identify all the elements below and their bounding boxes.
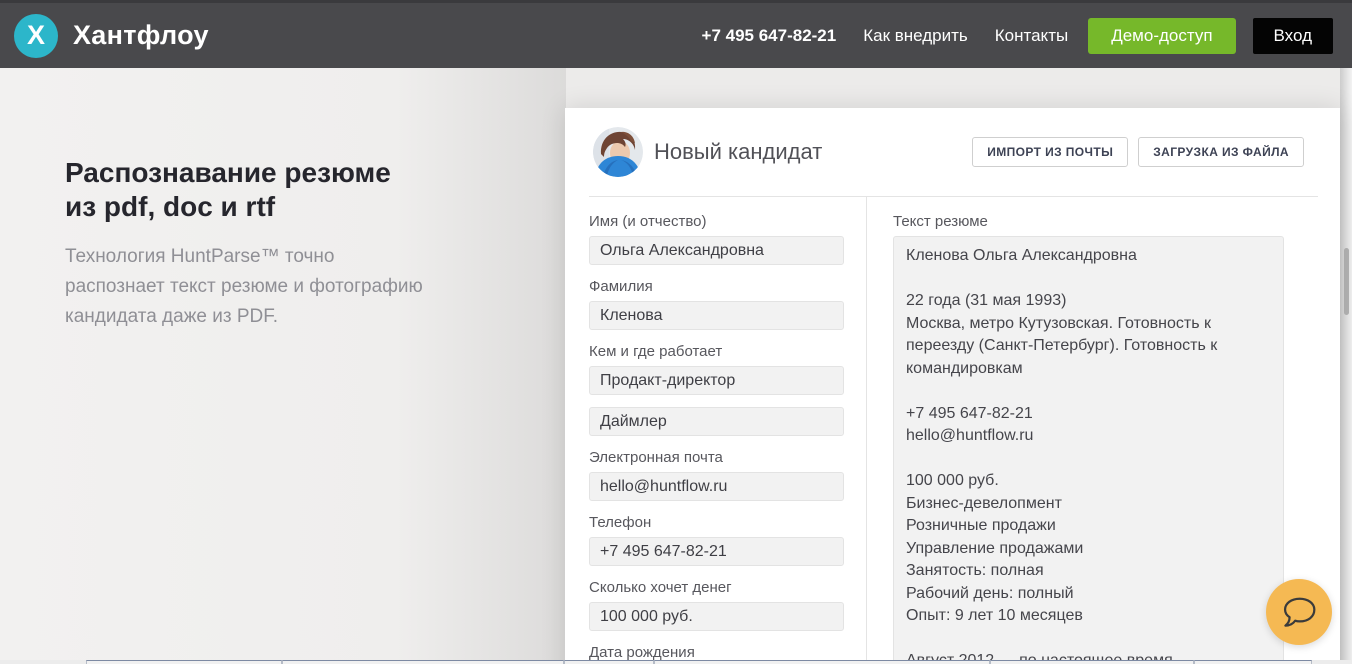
demo-access-button[interactable]: Демо-доступ	[1088, 17, 1236, 54]
field-label-position: Кем и где работает	[589, 343, 723, 360]
page-background-right	[1340, 68, 1352, 664]
new-candidate-card: Новый кандидат ИМПОРТ ИЗ ПОЧТЫ ЗАГРУЗКА …	[565, 108, 1340, 664]
hero-title-line2: из pdf, doc и rtf	[65, 191, 276, 222]
candidate-avatar[interactable]	[593, 127, 643, 177]
hero-description-line2: распознает текст резюме и фотографию	[65, 276, 423, 297]
hero-section: Распознавание резюме из pdf, doc и rtf Т…	[65, 156, 495, 332]
hero-title-line1: Распознавание резюме	[65, 157, 391, 188]
window-top-edge	[0, 0, 1352, 3]
field-label-phone: Телефон	[589, 514, 652, 531]
field-label-last-name: Фамилия	[589, 278, 653, 295]
nav-link-how-to-implement[interactable]: Как внедрить	[863, 26, 968, 46]
candidate-form-column: Имя (и отчество) Фамилия Кем и где работ…	[589, 197, 867, 664]
hero-title: Распознавание резюме из pdf, doc и rtf	[65, 156, 495, 224]
resume-column: Текст резюме Кленова Ольга Александровна…	[867, 197, 1318, 664]
login-button[interactable]: Вход	[1252, 17, 1333, 54]
card-header: Новый кандидат ИМПОРТ ИЗ ПОЧТЫ ЗАГРУЗКА …	[565, 108, 1340, 196]
card-body: Имя (и отчество) Фамилия Кем и где работ…	[589, 196, 1318, 664]
field-label-birthdate: Дата рождения	[589, 644, 695, 661]
company-input[interactable]	[589, 407, 844, 436]
hero-description-line1: Технология HuntParse™ точно	[65, 246, 335, 267]
hero-description: Технология HuntParse™ точно распознает т…	[65, 242, 495, 332]
hero-description-line3: кандидата даже из PDF.	[65, 306, 279, 327]
field-label-email: Электронная почта	[589, 449, 723, 466]
chat-widget-button[interactable]	[1266, 579, 1332, 645]
first-name-input[interactable]	[589, 236, 844, 265]
navbar-phone: +7 495 647-82-21	[701, 25, 837, 45]
field-label-salary: Сколько хочет денег	[589, 579, 732, 596]
scrollbar-thumb[interactable]	[1344, 248, 1349, 315]
salary-input[interactable]	[589, 602, 844, 631]
page: X Хантфлоу +7 495 647-82-21 Как внедрить…	[0, 0, 1352, 664]
brand-name[interactable]: Хантфлоу	[73, 20, 209, 51]
resume-label: Текст резюме	[893, 213, 988, 230]
x-logo-icon[interactable]: X	[14, 13, 58, 58]
navbar-menu: +7 495 647-82-21 Как внедрить Контакты Д…	[701, 17, 1333, 54]
upload-from-file-button[interactable]: ЗАГРУЗКА ИЗ ФАЙЛА	[1138, 137, 1304, 167]
brand[interactable]: X Хантфлоу	[14, 13, 209, 58]
phone-input[interactable]	[589, 537, 844, 566]
top-navbar: X Хантфлоу +7 495 647-82-21 Как внедрить…	[0, 3, 1352, 68]
import-from-mail-button[interactable]: ИМПОРТ ИЗ ПОЧТЫ	[972, 137, 1129, 167]
position-input[interactable]	[589, 366, 844, 395]
last-name-input[interactable]	[589, 301, 844, 330]
field-label-first-name: Имя (и отчество)	[589, 213, 707, 230]
email-input[interactable]	[589, 472, 844, 501]
nav-link-contacts[interactable]: Контакты	[995, 26, 1068, 46]
card-header-buttons: ИМПОРТ ИЗ ПОЧТЫ ЗАГРУЗКА ИЗ ФАЙЛА	[972, 137, 1304, 167]
resume-textarea[interactable]: Кленова Ольга Александровна 22 года (31 …	[893, 236, 1284, 664]
background-window-edge	[0, 660, 1352, 664]
card-title: Новый кандидат	[654, 139, 823, 164]
speech-bubble-icon	[1283, 597, 1316, 627]
avatar-photo-icon	[593, 127, 643, 177]
